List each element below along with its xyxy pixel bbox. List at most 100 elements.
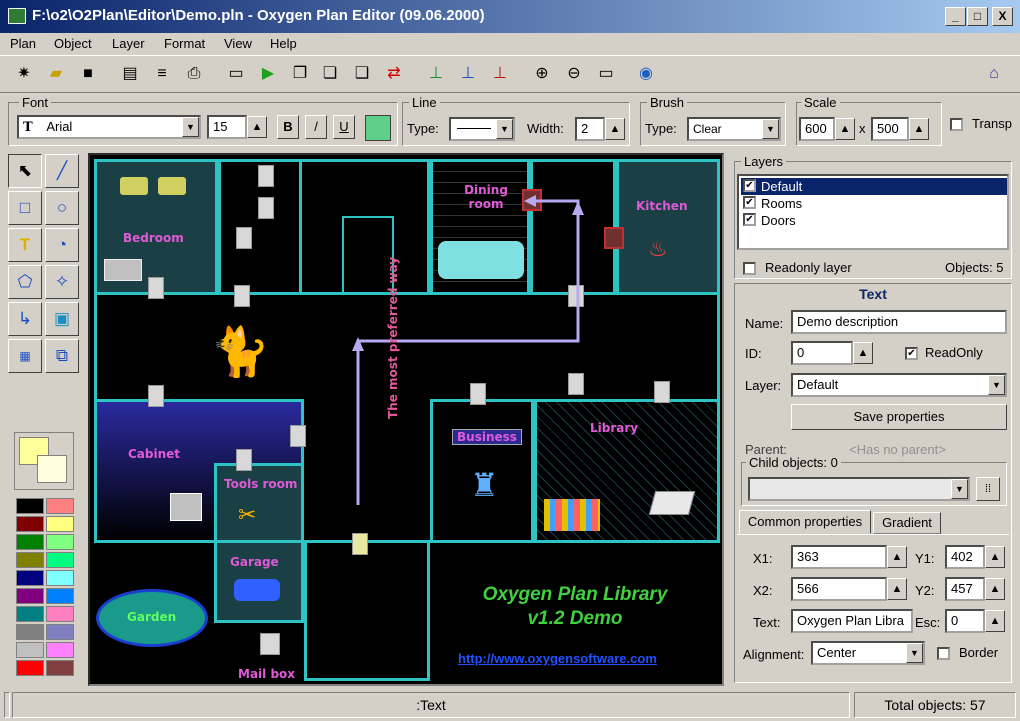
menu-help[interactable]: Help — [270, 36, 297, 51]
chevron-down-icon[interactable]: ▼ — [906, 643, 923, 663]
chevron-down-icon[interactable]: ▼ — [182, 117, 199, 137]
palette-swatch[interactable] — [16, 642, 44, 658]
arrow-tool-icon[interactable]: ↳ — [8, 302, 42, 336]
palette-swatch[interactable] — [16, 516, 44, 532]
close-button[interactable]: X — [992, 7, 1013, 26]
y2-field[interactable]: 457 — [945, 577, 985, 601]
polygon-tool-icon[interactable]: ⬠ — [8, 265, 42, 299]
font-color-swatch[interactable] — [365, 115, 391, 141]
line-tool-icon[interactable]: ╱ — [45, 154, 79, 188]
align-center-icon[interactable]: ⊥ — [456, 62, 480, 86]
esc-spin[interactable]: ▲ — [985, 610, 1005, 632]
chevron-down-icon[interactable]: ▼ — [762, 119, 779, 139]
y2-spin[interactable]: ▲ — [985, 578, 1005, 600]
line-type-select[interactable]: ▼ — [449, 117, 515, 141]
scale-x-spin[interactable]: ▲ — [835, 118, 855, 140]
esc-field[interactable]: 0 — [945, 609, 985, 633]
plan-canvas[interactable]: Bedroom Dining room Kitchen Cabinet Tool… — [88, 153, 724, 686]
underline-button[interactable]: U — [333, 115, 355, 139]
child-browse-button[interactable]: ⁞⁞ — [976, 477, 1000, 501]
palette-swatch[interactable] — [16, 534, 44, 550]
palette-swatch[interactable] — [46, 570, 74, 586]
palette-swatch[interactable] — [16, 570, 44, 586]
clipboard-icon[interactable]: ▤ — [118, 62, 142, 86]
text-tool-icon[interactable]: T — [8, 228, 42, 262]
palette-swatch[interactable] — [46, 660, 74, 676]
palette-swatch[interactable] — [16, 624, 44, 640]
id-spin[interactable]: ▲ — [853, 342, 873, 364]
palette-swatch[interactable] — [46, 624, 74, 640]
minimize-button[interactable]: _ — [945, 7, 966, 26]
ellipse-tool-icon[interactable]: ○ — [45, 191, 79, 225]
tab-gradient[interactable]: Gradient — [873, 512, 941, 534]
palette-swatch[interactable] — [16, 588, 44, 604]
x2-field[interactable]: 566 — [791, 577, 887, 601]
scale-y-field[interactable]: 500 — [871, 117, 909, 141]
background-color[interactable] — [37, 455, 67, 483]
name-field[interactable]: Demo description — [791, 310, 1007, 334]
palette-swatch[interactable] — [46, 534, 74, 550]
image-tool-icon[interactable]: ▣ — [45, 302, 79, 336]
palette-swatch[interactable] — [16, 552, 44, 568]
palette-swatch[interactable] — [16, 498, 44, 514]
group-tool-icon[interactable]: ⧉ — [45, 339, 79, 373]
zoom-out-icon[interactable]: ⊖ — [562, 62, 586, 86]
tab-common-properties[interactable]: Common properties — [739, 510, 871, 534]
layers-list[interactable]: ✔ Default ✔ Rooms ✔ Doors — [737, 174, 1009, 250]
arc-tool-icon[interactable]: ◔ — [45, 228, 79, 262]
layer-item-doors[interactable]: ✔ Doors — [741, 212, 1007, 229]
palette-swatch[interactable] — [46, 642, 74, 658]
x2-spin[interactable]: ▲ — [887, 578, 907, 600]
menu-view[interactable]: View — [224, 36, 252, 51]
website-link[interactable]: http://www.oxygensoftware.com — [458, 651, 657, 666]
open-icon[interactable]: ▰ — [44, 62, 68, 86]
italic-button[interactable]: / — [305, 115, 327, 139]
run-icon[interactable]: ▶ — [256, 62, 280, 86]
paste-icon[interactable]: ❏ — [318, 62, 342, 86]
font-size-spin[interactable]: ▲ — [247, 116, 267, 138]
new-icon[interactable]: ✷ — [12, 62, 36, 86]
print-setup-icon[interactable]: ≡ — [150, 62, 174, 86]
readonly-layer-checkbox[interactable] — [743, 262, 756, 275]
line-width-spin[interactable]: ▲ — [605, 118, 625, 140]
border-checkbox[interactable] — [937, 647, 950, 660]
color-selector[interactable] — [14, 432, 74, 490]
x1-field[interactable]: 363 — [791, 545, 887, 569]
brush-type-select[interactable]: Clear ▼ — [687, 117, 781, 141]
y1-spin[interactable]: ▲ — [985, 546, 1005, 568]
menu-plan[interactable]: Plan — [10, 36, 36, 51]
chevron-down-icon[interactable]: ▼ — [496, 119, 513, 139]
export-icon[interactable]: ▭ — [224, 62, 248, 86]
save-properties-button[interactable]: Save properties — [791, 404, 1007, 430]
layer-rooms-checkbox[interactable]: ✔ — [743, 196, 756, 209]
layer-select[interactable]: Default ▼ — [791, 373, 1007, 397]
exit-icon[interactable]: ⌂ — [982, 62, 1006, 86]
layer-doors-checkbox[interactable]: ✔ — [743, 213, 756, 226]
wall-tool-icon[interactable]: ▦ — [8, 339, 42, 373]
y1-field[interactable]: 402 — [945, 545, 985, 569]
bold-button[interactable]: B — [277, 115, 299, 139]
font-select[interactable]: T Arial ▼ — [17, 115, 201, 139]
maximize-button[interactable]: □ — [967, 7, 988, 26]
align-right-icon[interactable]: ⊥ — [488, 62, 512, 86]
line-width-field[interactable]: 2 — [575, 117, 605, 141]
menu-layer[interactable]: Layer — [112, 36, 145, 51]
readonly-checkbox[interactable]: ✔ — [905, 347, 918, 360]
rectangle-tool-icon[interactable]: □ — [8, 191, 42, 225]
star-tool-icon[interactable]: ✧ — [45, 265, 79, 299]
scale-x-field[interactable]: 600 — [799, 117, 835, 141]
scale-y-spin[interactable]: ▲ — [909, 118, 929, 140]
child-objects-select[interactable]: ▼ — [748, 477, 970, 501]
align-left-icon[interactable]: ⊥ — [424, 62, 448, 86]
chevron-down-icon[interactable]: ▼ — [951, 479, 968, 499]
palette-swatch[interactable] — [46, 498, 74, 514]
font-size-field[interactable]: 15 — [207, 115, 247, 139]
palette-swatch[interactable] — [16, 660, 44, 676]
layer-item-default[interactable]: ✔ Default — [741, 178, 1007, 195]
layer-default-checkbox[interactable]: ✔ — [743, 179, 756, 192]
layer-item-rooms[interactable]: ✔ Rooms — [741, 195, 1007, 212]
chevron-down-icon[interactable]: ▼ — [988, 375, 1005, 395]
transparent-checkbox[interactable] — [950, 118, 963, 131]
menu-object[interactable]: Object — [54, 36, 92, 51]
fit-window-icon[interactable]: ▭ — [594, 62, 618, 86]
